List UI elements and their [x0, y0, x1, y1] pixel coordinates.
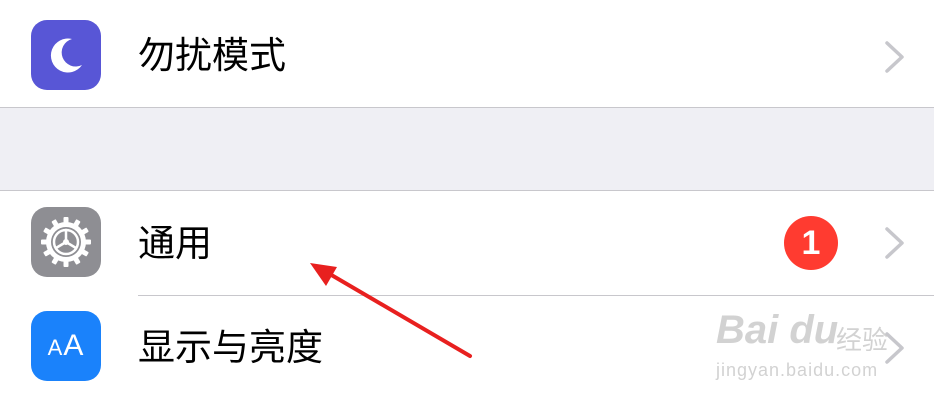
settings-row-label: 通用: [138, 222, 212, 265]
notification-badge: 1: [784, 216, 838, 270]
text-size-large-a: A: [63, 329, 85, 362]
settings-row-general[interactable]: 通用 1: [0, 191, 934, 295]
gear-icon: [31, 207, 101, 277]
moon-icon: [31, 20, 101, 90]
settings-row-label: 显示与亮度: [138, 326, 323, 369]
settings-row-display-brightness[interactable]: AA 显示与亮度: [0, 296, 934, 409]
settings-row-do-not-disturb[interactable]: 勿扰模式: [0, 0, 934, 107]
settings-group-top: 勿扰模式: [0, 0, 934, 108]
settings-group-bottom: 通用 1 AA 显示与亮度: [0, 190, 934, 409]
chevron-right-icon: [885, 332, 904, 364]
settings-row-label: 勿扰模式: [138, 34, 286, 77]
chevron-right-icon: [885, 41, 904, 73]
text-size-icon: AA: [31, 311, 101, 381]
chevron-right-icon: [885, 227, 904, 259]
text-size-small-a: A: [47, 335, 64, 360]
